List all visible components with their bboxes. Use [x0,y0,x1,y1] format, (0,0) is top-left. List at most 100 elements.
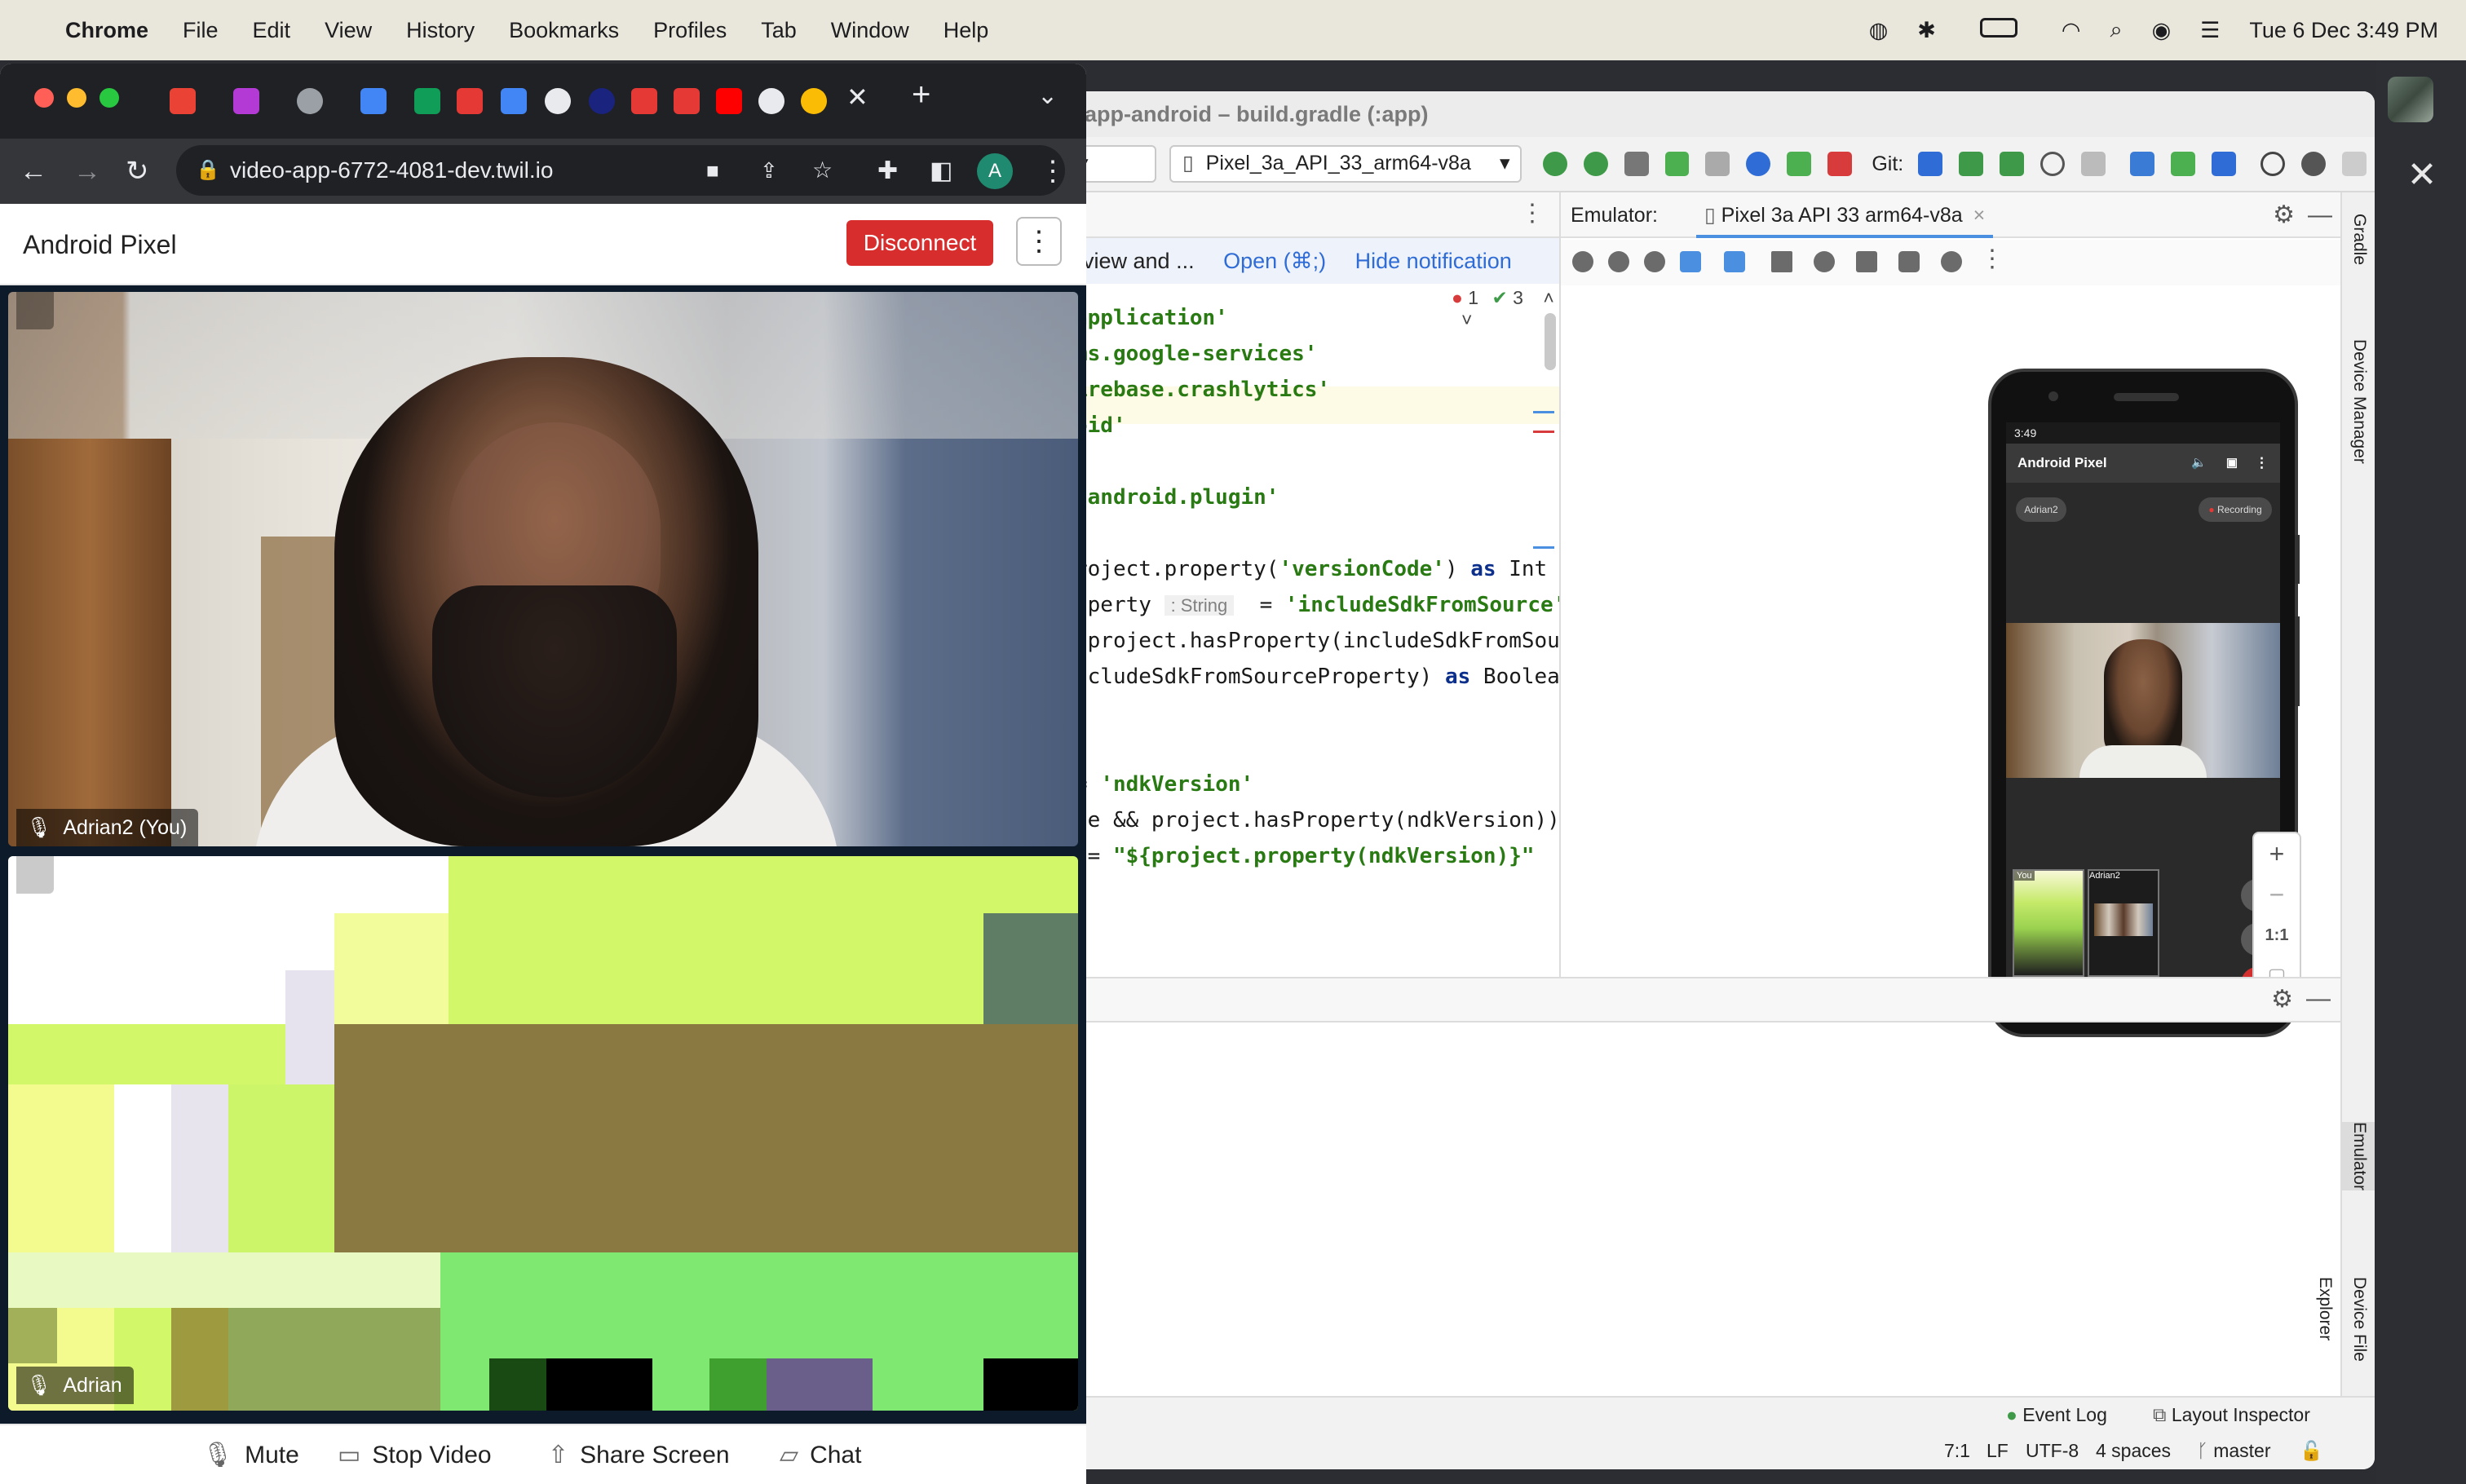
rail-device-file-explorer[interactable]: Device File Explorer [2316,1277,2375,1396]
participant-tile-adrian[interactable]: 🎙 Adrian [8,856,1078,1411]
menu-window[interactable]: Window [831,18,909,43]
spotlight-search-icon[interactable]: ⌕ [2110,17,2122,43]
phone-more-icon[interactable]: ⋮ [2255,444,2269,483]
chevron-up-icon[interactable]: ˄ [1543,287,1553,308]
menu-tab[interactable]: Tab [761,18,797,43]
x-app-tab-icon[interactable] [457,88,483,114]
zoom-in-icon[interactable]: + [2254,833,2300,874]
git-update-icon[interactable] [1918,152,1943,176]
open-link[interactable]: Open (⌘;) [1223,249,1326,273]
rail-emulator[interactable]: Emulator [2342,1122,2375,1191]
google-calendar-tab-icon[interactable] [360,88,387,114]
rail-device-manager[interactable]: Device Manager [2342,339,2375,464]
hide-notification-link[interactable]: Hide notification [1355,249,1512,273]
rerun-icon[interactable] [1542,152,1567,176]
profile-avatar[interactable]: A [977,153,1013,189]
git-branch[interactable]: ᚴ master [2197,1440,2271,1462]
close-tab-icon[interactable]: ✕ [846,82,868,113]
cursor-position[interactable]: 7:1 [1944,1440,1970,1462]
phone-screen[interactable]: 3:49 Android Pixel 🔈 ▣ ⋮ Adrian2 ● Recor… [2006,422,2280,1000]
phone-thumb-adrian2[interactable]: Adrian2 [2088,869,2159,977]
line-separator[interactable]: LF [1986,1440,2009,1462]
profiler-icon[interactable] [1746,152,1771,176]
more-vert-icon[interactable]: ⋮ [1520,199,1545,227]
menu-help[interactable]: Help [944,18,989,43]
event-log-button[interactable]: ● Event Log [2006,1404,2107,1426]
run-list-icon[interactable] [1624,152,1649,176]
inspection-widget[interactable]: ● 1 ✔ 3 ˄ ˅ [1452,287,1559,331]
more-vert-icon[interactable]: ⋮ [1980,245,2004,273]
settings-gear-icon[interactable]: ⚙ [2273,192,2295,238]
participant-tile-adrian2[interactable]: 🎙 Adrian2 (You) [8,292,1078,846]
docs-tab-icon[interactable] [501,88,527,114]
screenshot-camera-icon[interactable] [1898,251,1920,272]
account-icon[interactable] [2341,152,2367,176]
tab-search-icon[interactable]: ⌄ [1037,82,1058,110]
git-push-icon[interactable] [2000,152,2025,176]
bookmark-star-icon[interactable]: ☆ [812,145,833,196]
side-panel-icon[interactable]: ◧ [930,139,952,204]
coverage-icon[interactable] [1705,152,1730,176]
volume-down-icon[interactable] [1644,251,1665,272]
lock-icon[interactable]: 🔓 [2300,1440,2323,1462]
home-icon[interactable] [1814,251,1835,272]
google-tab-icon[interactable] [801,88,827,114]
minimize-icon[interactable]: — [2308,192,2332,238]
sdk-manager-icon[interactable] [2212,152,2237,176]
screen-record-icon[interactable]: ◉ [2152,18,2172,43]
editor-vertical-scrollbar[interactable] [1545,313,1556,370]
phone-participant-chip[interactable]: Adrian2 [2016,497,2066,522]
window-minimize-button[interactable] [67,88,86,108]
volume-up-icon[interactable] [1608,251,1629,272]
settings-gear-icon[interactable] [2301,152,2326,176]
rail-gradle[interactable]: Gradle [2342,214,2375,265]
avd-manager-icon[interactable] [2171,152,2196,176]
extensions-puzzle-icon[interactable]: ✚ [877,139,898,204]
stop-icon[interactable] [1827,152,1853,176]
menu-app-name[interactable]: Chrome [65,18,148,43]
layout-inspector-button[interactable]: ⧉ Layout Inspector [2153,1404,2310,1426]
rotate-right-icon[interactable] [1724,251,1745,272]
power-icon[interactable] [1572,251,1593,272]
back-icon[interactable] [1771,251,1792,272]
close-icon[interactable]: ✕ [2398,155,2446,196]
chat-button[interactable]: ▱ Chat [780,1425,861,1484]
git-history-icon[interactable] [2040,152,2066,176]
mute-button[interactable]: 🎙 Mute [202,1425,299,1484]
apply-changes-icon[interactable] [1583,152,1608,176]
window-close-button[interactable] [34,88,54,108]
window-zoom-button[interactable] [99,88,119,108]
search-icon[interactable] [2260,152,2285,176]
back-icon[interactable]: ← [20,139,47,204]
close-tab-icon[interactable]: × [1973,204,1986,227]
forward-icon[interactable]: → [73,139,101,204]
bluetooth-off-icon[interactable]: ✱ [1917,18,1936,43]
x-app-tab-icon[interactable] [631,88,657,114]
minimize-icon[interactable]: — [2306,985,2331,1013]
phone-thumb-you[interactable]: You [2013,869,2084,977]
sheets-tab-icon[interactable] [414,88,440,114]
zoom-out-icon[interactable]: − [2254,874,2300,915]
reload-icon[interactable]: ↻ [126,139,149,204]
emulator-device-tab[interactable]: ▯ Pixel 3a API 33 arm64-v8a × [1695,192,1994,238]
git-commit-icon[interactable] [1959,152,1984,176]
indent-setting[interactable]: 4 spaces [2096,1440,2171,1462]
attach-debugger-icon[interactable] [1787,152,1812,176]
menu-edit[interactable]: Edit [253,18,291,43]
menu-history[interactable]: History [406,18,475,43]
phone-camera-switch-icon[interactable]: ▣ [2226,444,2238,483]
share-screen-button[interactable]: ⇧ Share Screen [548,1425,730,1484]
new-tab-icon[interactable]: + [912,77,930,113]
debug-icon[interactable] [1664,152,1690,176]
device-combo[interactable]: ▯ Pixel_3a_API_33_arm64-v8a ▾ [1169,145,1522,183]
camera-in-use-icon[interactable]: ■ [706,145,719,196]
git-rollback-icon[interactable] [2081,152,2106,176]
chevron-down-icon[interactable]: ˅ [1461,309,1472,330]
overview-icon[interactable] [1856,251,1877,272]
youtube-tab-icon[interactable] [716,88,742,114]
menu-profiles[interactable]: Profiles [653,18,727,43]
menu-view[interactable]: View [325,18,372,43]
x-app-tab-icon[interactable] [674,88,700,114]
rotate-left-icon[interactable] [1680,251,1701,272]
circle-site-tab-icon[interactable] [589,88,615,114]
